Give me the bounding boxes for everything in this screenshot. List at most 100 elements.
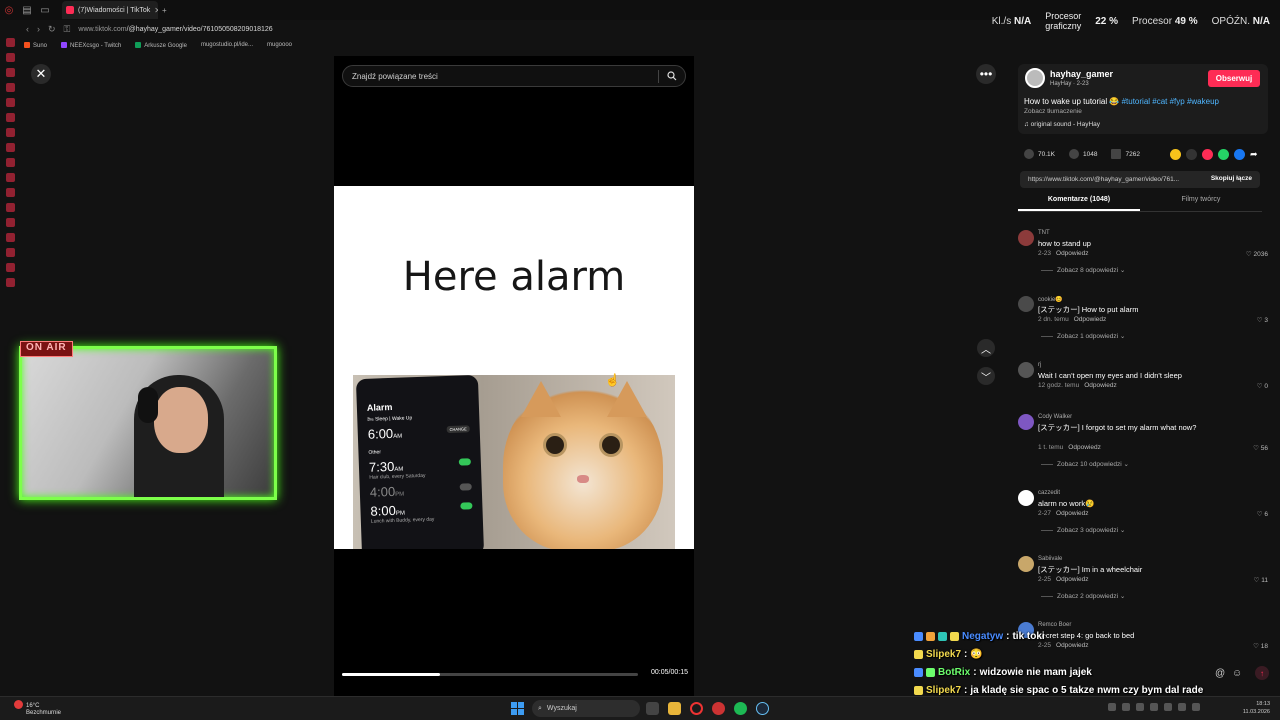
commenter-name[interactable]: Sabiivale bbox=[1038, 556, 1062, 562]
copy-link-button[interactable]: Skopiuj łącze bbox=[1211, 175, 1252, 182]
video-link-box[interactable]: https://www.tiktok.com/@hayhay_gamer/vid… bbox=[1020, 171, 1260, 188]
follow-button[interactable]: Obserwuj bbox=[1208, 70, 1260, 87]
clock[interactable]: 18:13 11.03.2026 bbox=[1243, 700, 1270, 716]
new-tab-icon[interactable]: + bbox=[162, 6, 167, 15]
browser-menu-icon[interactable]: ◎ bbox=[0, 1, 18, 19]
emoji-icon[interactable]: ☺ bbox=[1232, 668, 1242, 679]
start-button[interactable] bbox=[511, 702, 524, 715]
tray-icon[interactable] bbox=[1122, 703, 1130, 711]
mention-icon[interactable]: @ bbox=[1215, 668, 1225, 679]
sidebar-app-icon[interactable] bbox=[5, 143, 15, 152]
close-video-button[interactable]: ✕ bbox=[31, 64, 51, 84]
sidebar-app-icon[interactable] bbox=[5, 98, 15, 107]
sidebar-app-icon[interactable] bbox=[5, 233, 15, 242]
sidebar-app-icon[interactable] bbox=[5, 68, 15, 77]
sidebar-app-icon[interactable] bbox=[5, 263, 15, 272]
reply-button[interactable]: Odpowiedz bbox=[1056, 576, 1089, 583]
bookmark-item[interactable]: Arkusze Google bbox=[135, 41, 187, 49]
commenter-avatar[interactable] bbox=[1018, 296, 1034, 312]
sidebar-app-icon[interactable] bbox=[5, 218, 15, 227]
tray-icon[interactable] bbox=[1178, 703, 1186, 711]
previous-video-button[interactable]: ︿ bbox=[977, 339, 995, 357]
commenter-name[interactable]: cazzedit bbox=[1038, 490, 1060, 496]
view-replies-button[interactable]: Zobacz 1 odpowiedzi ⌄ bbox=[1041, 332, 1125, 340]
tray-icon[interactable] bbox=[1136, 703, 1144, 711]
commenter-avatar[interactable] bbox=[1018, 490, 1034, 506]
whatsapp-icon[interactable] bbox=[1218, 149, 1229, 160]
view-replies-button[interactable]: Zobacz 10 odpowiedzi ⌄ bbox=[1041, 460, 1129, 468]
reply-button[interactable]: Odpowiedz bbox=[1056, 510, 1089, 517]
sidebar-app-icon[interactable] bbox=[5, 128, 15, 137]
tray-icon[interactable] bbox=[1108, 703, 1116, 711]
url-text[interactable]: www.tiktok.com/@hayhay_gamer/video/76105… bbox=[78, 26, 272, 33]
back-icon[interactable]: ‹ bbox=[26, 24, 29, 34]
video-progress-bar[interactable] bbox=[342, 673, 638, 676]
spotify-icon[interactable] bbox=[734, 702, 747, 715]
sidebar-app-icon[interactable] bbox=[5, 278, 15, 287]
sidebar-app-icon[interactable] bbox=[5, 53, 15, 62]
forward-icon[interactable]: › bbox=[37, 24, 40, 34]
commenter-avatar[interactable] bbox=[1018, 230, 1034, 246]
save-button[interactable]: 7262 bbox=[1111, 149, 1140, 159]
author-handle[interactable]: hayhay_gamer bbox=[1050, 69, 1113, 79]
tab-close-icon[interactable]: ✕ bbox=[154, 6, 158, 15]
sound-link[interactable]: ♫ original sound - HayHay bbox=[1024, 121, 1100, 128]
address-bar[interactable]: ‹ › ↻ ⚿ www.tiktok.com/@hayhay_gamer/vid… bbox=[20, 20, 940, 38]
send-to-friends-icon[interactable] bbox=[1202, 149, 1213, 160]
comment-likes[interactable]: ♡ 0 bbox=[1257, 382, 1268, 390]
view-replies-button[interactable]: Zobacz 3 odpowiedzi ⌄ bbox=[1041, 526, 1125, 534]
taskbar-search[interactable]: ⌕ Wyszukaj bbox=[532, 700, 640, 717]
commenter-avatar[interactable] bbox=[1018, 414, 1034, 430]
comment-likes[interactable]: ♡ 3 bbox=[1257, 316, 1268, 324]
sidebar-app-icon[interactable] bbox=[5, 158, 15, 167]
comment-likes[interactable]: ♡ 6 bbox=[1257, 510, 1268, 518]
reply-button[interactable]: Odpowiedz bbox=[1074, 316, 1107, 323]
tray-icon[interactable] bbox=[1164, 703, 1172, 711]
reply-button[interactable]: Odpowiedz bbox=[1084, 382, 1117, 389]
sidebar-app-icon[interactable] bbox=[5, 38, 15, 47]
commenter-name[interactable]: TNT bbox=[1038, 230, 1050, 236]
emoji-share-icon[interactable] bbox=[1170, 149, 1181, 160]
opera-icon[interactable] bbox=[690, 702, 703, 715]
lock-icon[interactable]: ⚿ bbox=[64, 24, 71, 35]
task-view-icon[interactable] bbox=[646, 702, 659, 715]
sidebar-app-icon[interactable] bbox=[5, 113, 15, 122]
tab-creator-videos[interactable]: Filmy twórcy bbox=[1140, 196, 1262, 211]
reply-button[interactable]: Odpowiedz bbox=[1056, 642, 1089, 649]
sidebar-app-icon[interactable] bbox=[5, 188, 15, 197]
reply-button[interactable]: Odpowiedz bbox=[1068, 444, 1101, 451]
commenter-avatar[interactable] bbox=[1018, 556, 1034, 572]
sidebar-app-icon[interactable] bbox=[5, 248, 15, 257]
comment-likes[interactable]: ♡ 56 bbox=[1253, 444, 1268, 452]
sidebar-app-icon[interactable] bbox=[5, 83, 15, 92]
commenter-name[interactable]: Cody Walker bbox=[1038, 414, 1072, 420]
browser-tab[interactable]: (7)Wiadomości | TikTok ✕ bbox=[62, 1, 158, 19]
comment-likes[interactable]: ♡ 18 bbox=[1253, 642, 1268, 650]
file-explorer-icon[interactable] bbox=[668, 702, 681, 715]
related-search-input[interactable]: Znajdź powiązane treści bbox=[342, 65, 686, 87]
sidebar-app-icon[interactable] bbox=[5, 173, 15, 182]
like-button[interactable]: 70.1K bbox=[1024, 149, 1055, 159]
commenter-name[interactable]: cookie😊 bbox=[1038, 296, 1063, 303]
workspaces-icon[interactable]: ▤ bbox=[18, 1, 36, 19]
reload-icon[interactable]: ↻ bbox=[48, 24, 56, 35]
steam-icon[interactable] bbox=[756, 702, 769, 715]
view-replies-button[interactable]: Zobacz 2 odpowiedzi ⌄ bbox=[1041, 592, 1125, 600]
view-replies-button[interactable]: Zobacz 8 odpowiedzi ⌄ bbox=[1041, 266, 1125, 274]
bookmark-item[interactable]: Suno bbox=[24, 41, 47, 49]
comment-likes[interactable]: ♡ 2036 bbox=[1246, 250, 1268, 258]
bookmark-item[interactable]: mugostudio.pl/ide... bbox=[201, 42, 253, 48]
translate-link[interactable]: Zobacz tłumaczenie bbox=[1024, 108, 1082, 115]
comment-button[interactable]: 1048 bbox=[1069, 149, 1097, 159]
facebook-icon[interactable] bbox=[1234, 149, 1245, 160]
commenter-avatar[interactable] bbox=[1018, 362, 1034, 378]
bookmark-item[interactable]: mugoooo bbox=[267, 42, 292, 48]
tab-comments[interactable]: Komentarze (1048) bbox=[1018, 196, 1140, 211]
commenter-name[interactable]: rj bbox=[1038, 362, 1041, 368]
comment-likes[interactable]: ♡ 11 bbox=[1254, 576, 1268, 584]
hashtags[interactable]: #tutorial #cat #fyp #wakeup bbox=[1122, 97, 1219, 106]
search-icon[interactable] bbox=[667, 71, 677, 81]
reply-button[interactable]: Odpowiedz bbox=[1056, 250, 1089, 257]
app-icon[interactable] bbox=[712, 702, 725, 715]
weather-widget[interactable]: 16°C Bezchmurnie bbox=[14, 700, 61, 717]
